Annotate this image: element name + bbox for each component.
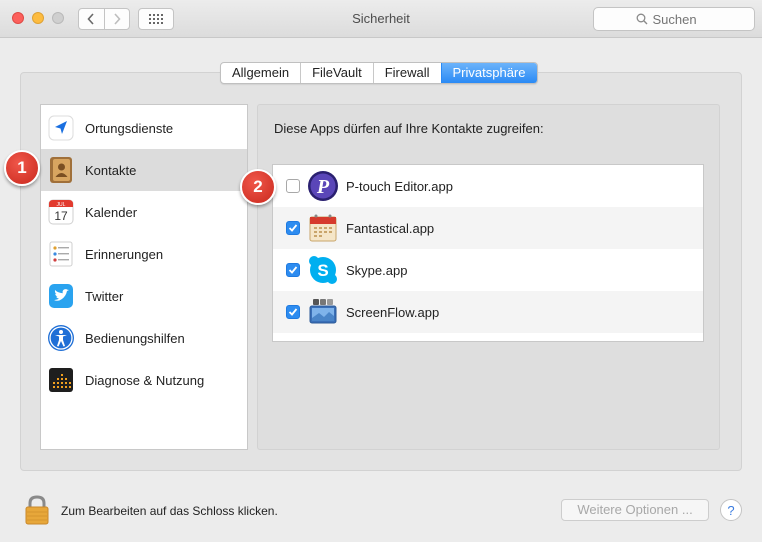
lock-button[interactable] <box>24 494 50 526</box>
lock-icon <box>25 495 49 525</box>
sidebar-item-location-services[interactable]: Ortungsdienste <box>41 107 247 149</box>
app-checkbox[interactable] <box>286 179 300 193</box>
reminders-icon <box>47 240 75 268</box>
app-checkbox[interactable] <box>286 221 300 235</box>
search-input[interactable] <box>652 11 713 27</box>
app-row-ptouch-editor: P P-touch Editor.app <box>273 165 703 207</box>
tab-bar: Allgemein FileVault Firewall Privatsphär… <box>220 62 538 84</box>
sidebar-item-label: Twitter <box>85 288 124 304</box>
location-arrow-icon <box>47 114 75 142</box>
sidebar-item-twitter[interactable]: Twitter <box>41 275 247 317</box>
sidebar-item-calendar[interactable]: JUL 17 Kalender <box>41 191 247 233</box>
app-label: Skype.app <box>346 262 408 278</box>
app-checkbox[interactable] <box>286 263 300 277</box>
title-bar: Sicherheit <box>0 0 762 38</box>
sidebar-item-label: Bedienungshilfen <box>85 330 185 346</box>
sidebar-item-label: Diagnose & Nutzung <box>85 372 205 388</box>
search-icon <box>636 13 648 25</box>
calendar-month: JUL <box>57 202 66 208</box>
ptouch-icon-letter: P <box>316 176 330 198</box>
app-row-skype: S Skype.app <box>273 249 703 291</box>
checkmark-icon <box>288 224 298 232</box>
calendar-day: 17 <box>54 209 68 223</box>
sidebar-item-label: Erinnerungen <box>85 246 164 262</box>
diagnostics-icon <box>47 366 75 394</box>
sidebar-item-contacts[interactable]: Kontakte <box>41 149 247 191</box>
app-label: P-touch Editor.app <box>346 178 453 194</box>
annotation-badge-1: 1 <box>4 150 40 186</box>
app-row-screenflow: ScreenFlow.app <box>273 291 703 333</box>
pane-heading: Diese Apps dürfen auf Ihre Kontakte zugr… <box>274 121 544 136</box>
skype-icon: S <box>307 254 339 286</box>
checkmark-icon <box>288 308 298 316</box>
sidebar-item-label: Kontakte <box>85 162 137 178</box>
sidebar-item-accessibility[interactable]: Bedienungshilfen <box>41 317 247 359</box>
skype-icon-letter: S <box>317 261 328 280</box>
annotation-badge-2: 2 <box>240 169 276 205</box>
app-label: ScreenFlow.app <box>346 304 440 320</box>
sidebar-item-diagnostics[interactable]: Diagnose & Nutzung <box>41 359 247 401</box>
app-row-fantastical: Fantastical.app <box>273 207 703 249</box>
calendar-icon: JUL 17 <box>47 198 75 226</box>
app-list: P P-touch Editor.app Fantastical.app S S… <box>272 164 704 342</box>
help-button[interactable]: ? <box>720 499 742 521</box>
contacts-book-icon <box>47 156 75 184</box>
app-checkbox[interactable] <box>286 305 300 319</box>
lock-hint-text: Zum Bearbeiten auf das Schloss klicken. <box>61 504 278 518</box>
tab-privatsphaere[interactable]: Privatsphäre <box>440 63 537 83</box>
accessibility-icon <box>47 324 75 352</box>
privacy-category-list: Ortungsdienste Kontakte JUL 17 Kalender … <box>40 104 248 450</box>
more-options-button[interactable]: Weitere Optionen ... <box>561 499 709 521</box>
checkmark-icon <box>288 266 298 274</box>
tab-allgemein[interactable]: Allgemein <box>221 63 300 83</box>
search-field[interactable] <box>593 7 755 31</box>
sidebar-item-label: Ortungsdienste <box>85 120 174 136</box>
twitter-icon <box>47 282 75 310</box>
sidebar-item-label: Kalender <box>85 204 138 220</box>
screenflow-icon <box>307 296 339 328</box>
app-label: Fantastical.app <box>346 220 435 236</box>
tab-filevault[interactable]: FileVault <box>300 63 373 83</box>
fantastical-icon <box>307 212 339 244</box>
tab-firewall[interactable]: Firewall <box>372 63 441 83</box>
sidebar-item-reminders[interactable]: Erinnerungen <box>41 233 247 275</box>
ptouch-editor-icon: P <box>307 170 339 202</box>
